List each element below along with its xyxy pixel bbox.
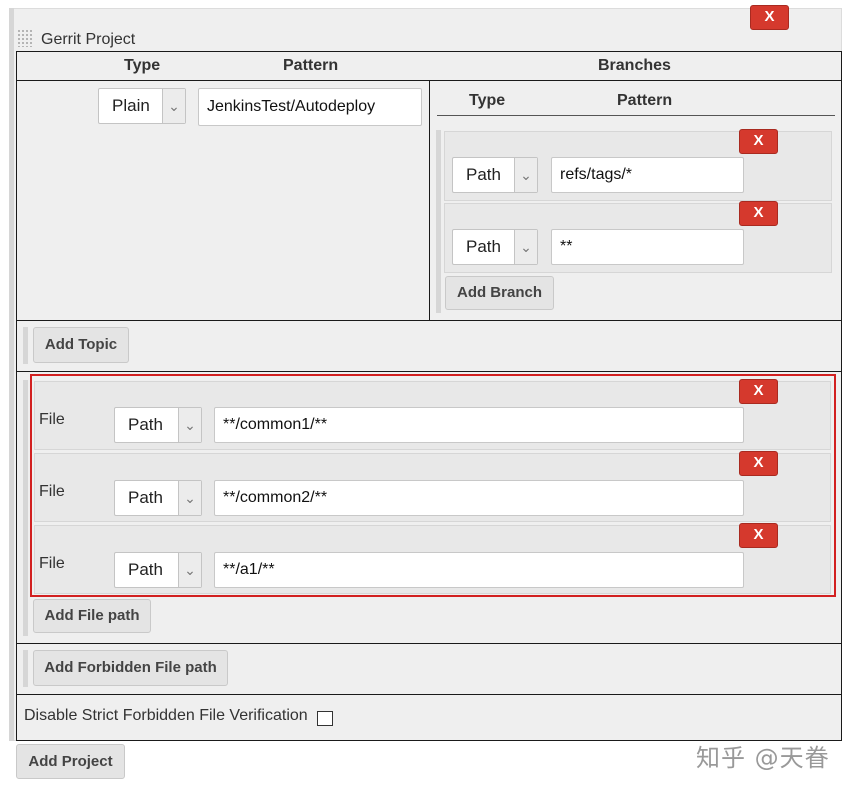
branches-column-header: Branches xyxy=(598,57,671,74)
delete-branch-2-button[interactable]: X xyxy=(739,201,778,226)
project-type-value: Plain xyxy=(112,96,150,115)
branch-type-header: Type xyxy=(469,92,506,109)
disable-strict-label: Disable Strict Forbidden File Verificati… xyxy=(24,707,308,724)
forbidden-drag-handle[interactable] xyxy=(23,650,28,687)
watermark-text: 知乎 @天眷 xyxy=(696,744,830,772)
delete-project-button[interactable]: X xyxy=(750,5,789,30)
topic-drag-handle[interactable] xyxy=(23,327,28,364)
chevron-down-icon: ⌄ xyxy=(514,230,537,264)
add-file-path-button[interactable]: Add File path xyxy=(33,599,151,633)
project-drag-handle[interactable] xyxy=(9,8,14,741)
files-divider xyxy=(16,371,842,372)
strict-divider xyxy=(16,694,842,695)
chevron-down-icon: ⌄ xyxy=(514,158,537,192)
project-pattern-input[interactable]: JenkinsTest/Autodeploy xyxy=(198,88,422,126)
type-column-header: Type xyxy=(124,57,161,74)
file-paths-drag-handle[interactable] xyxy=(23,380,28,636)
branch-2-type-value: Path xyxy=(466,237,501,256)
chevron-down-icon: ⌄ xyxy=(162,89,185,123)
add-forbidden-file-path-button[interactable]: Add Forbidden File path xyxy=(33,650,228,686)
add-branch-button[interactable]: Add Branch xyxy=(445,276,554,310)
branches-drag-handle[interactable] xyxy=(436,130,441,313)
pattern-column-header: Pattern xyxy=(283,57,339,74)
branch-2-pattern-input[interactable]: ** xyxy=(551,229,744,265)
branch-1-type-value: Path xyxy=(466,165,501,184)
project-title: Gerrit Project xyxy=(41,31,136,48)
add-project-button[interactable]: Add Project xyxy=(16,744,125,779)
forbidden-divider xyxy=(16,643,842,644)
branch-header-divider xyxy=(437,115,835,116)
branch-1-pattern-input[interactable]: refs/tags/* xyxy=(551,157,744,193)
branch-pattern-header: Pattern xyxy=(617,92,673,109)
drag-grip-icon[interactable] xyxy=(17,29,33,47)
project-type-select[interactable]: Plain ⌄ xyxy=(98,88,186,124)
add-topic-button[interactable]: Add Topic xyxy=(33,327,129,363)
delete-branch-1-button[interactable]: X xyxy=(739,129,778,154)
topic-divider xyxy=(16,320,842,321)
highlight-box xyxy=(30,374,836,597)
branch-1-type-select[interactable]: Path ⌄ xyxy=(452,157,538,193)
branch-2-type-select[interactable]: Path ⌄ xyxy=(452,229,538,265)
branches-column-divider xyxy=(429,80,430,320)
disable-strict-checkbox[interactable] xyxy=(317,711,333,726)
